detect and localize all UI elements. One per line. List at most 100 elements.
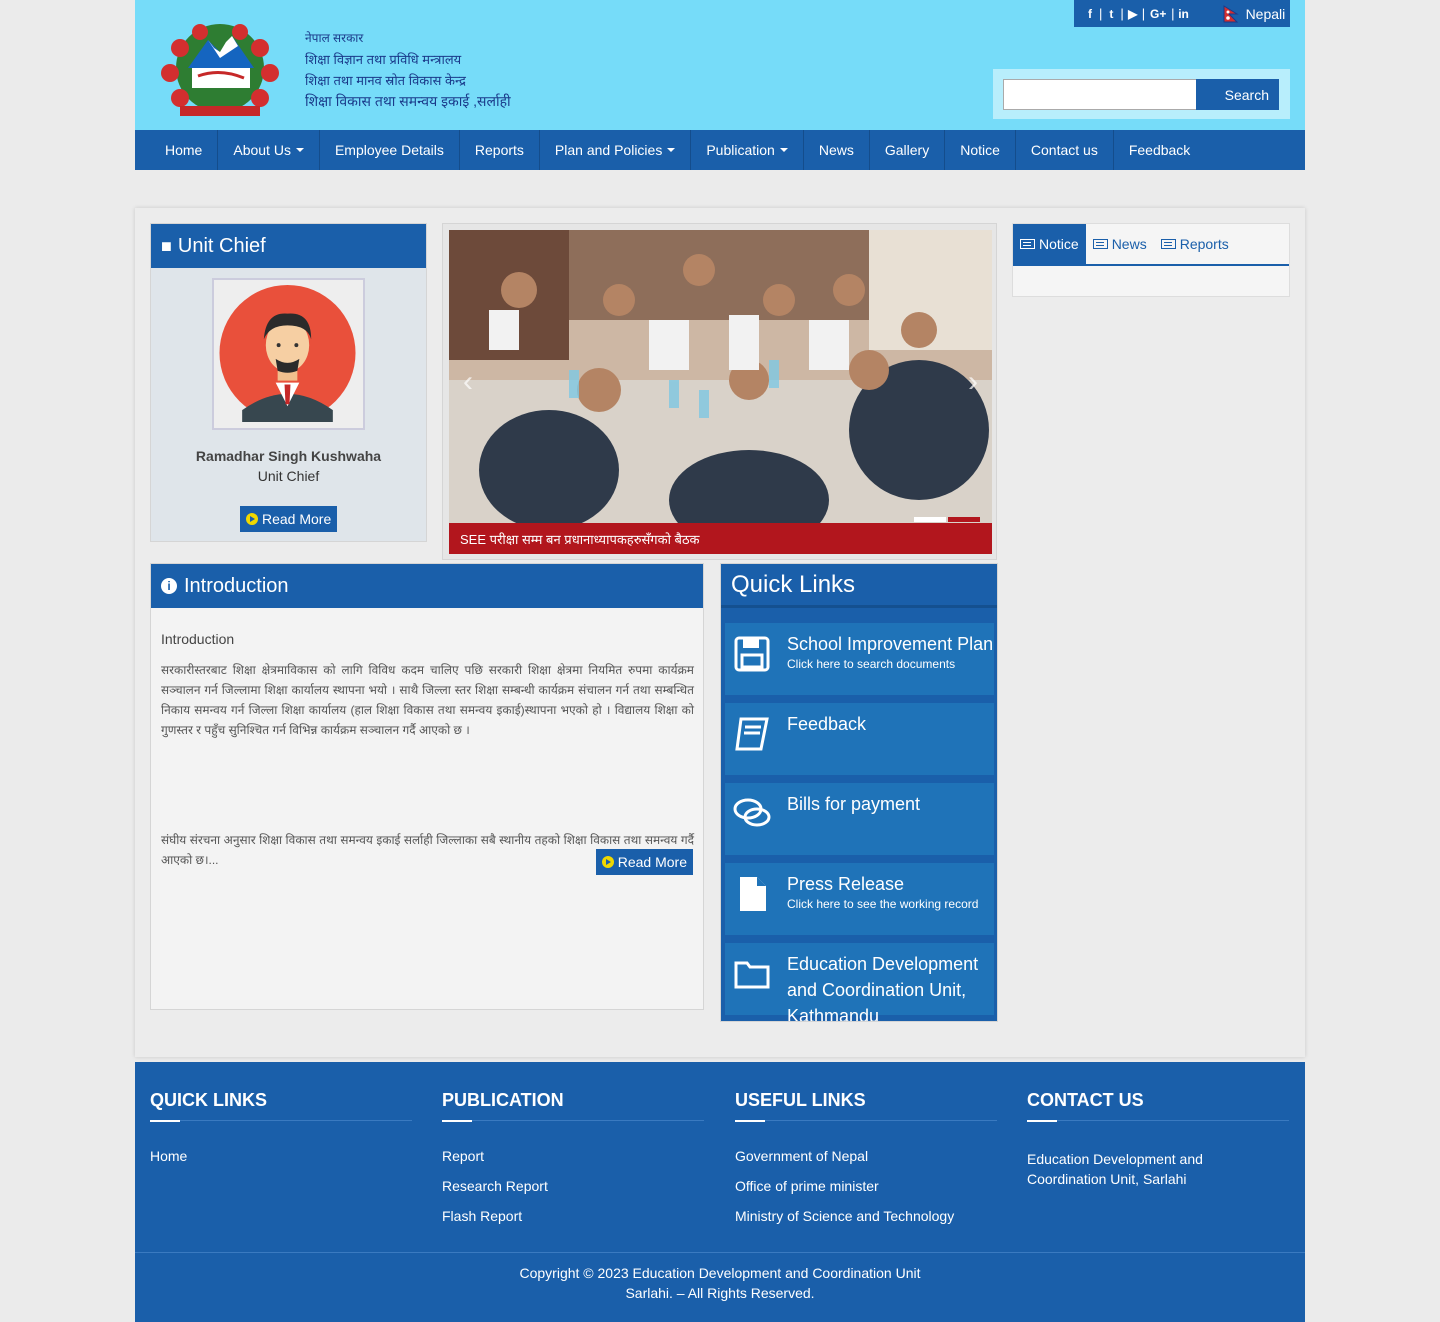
introduction-read-more-button[interactable]: Read More	[595, 849, 693, 875]
footer-quick-links: QUICK LINKS Home	[150, 1090, 412, 1171]
user-icon: ■	[161, 235, 172, 256]
nepal-flag-icon[interactable]	[1222, 4, 1240, 23]
file-icon	[733, 875, 771, 913]
footer-publication: PUBLICATION Report Research Report Flash…	[442, 1090, 704, 1231]
quick-link-subtitle: Click here to see the working record	[787, 897, 979, 911]
nav-item-news[interactable]: News	[804, 130, 870, 170]
nav-item-publication[interactable]: Publication	[691, 130, 804, 170]
nav-item-plan-and-policies[interactable]: Plan and Policies	[540, 130, 692, 170]
caret-down-icon	[295, 148, 304, 152]
copyright-line-2: Sarlahi. – All Rights Reserved.	[625, 1285, 815, 1301]
nav-item-about-us[interactable]: About Us	[218, 130, 320, 170]
footer-link-ministry[interactable]: Ministry of Science and Technology	[735, 1201, 997, 1231]
site-header: नेपाल सरकार शिक्षा विज्ञान तथा प्रविधि म…	[135, 0, 1305, 130]
youtube-icon[interactable]: ▶	[1127, 7, 1139, 21]
play-circle-icon	[601, 856, 614, 868]
tab-reports[interactable]: Reports	[1154, 224, 1236, 264]
footer-link-home[interactable]: Home	[150, 1141, 412, 1171]
image-carousel: ‹ › SEE परीक्षा सम्म बन प्रधानाध्यापकहरु…	[442, 223, 997, 560]
introduction-body: सरकारीस्तरबाट शिक्षा क्षेत्रमाविकास को ल…	[161, 663, 694, 737]
quick-link-title: Education Development and Coordination U…	[787, 954, 979, 1022]
newspaper-icon	[1020, 239, 1035, 249]
caret-down-icon	[667, 148, 676, 152]
footer-useful-links: USEFUL LINKS Government of Nepal Office …	[735, 1090, 997, 1231]
footer-contact-address: Education Development and Coordination U…	[1027, 1151, 1203, 1187]
introduction-subheading: Introduction	[161, 631, 235, 647]
language-toggle[interactable]: Nepali	[1246, 6, 1286, 22]
introduction-heading: i Introduction	[151, 564, 703, 608]
nav-item-contact-us[interactable]: Contact us	[1016, 130, 1114, 170]
nav-item-gallery[interactable]: Gallery	[870, 130, 946, 170]
footer-link-government[interactable]: Government of Nepal	[735, 1141, 997, 1171]
linkedin-icon[interactable]: in	[1178, 7, 1190, 21]
nav-spacer-band	[135, 170, 1305, 208]
info-icon: i	[161, 578, 177, 594]
site-footer: QUICK LINKS Home PUBLICATION Report Rese…	[135, 1062, 1305, 1252]
carousel-slide-image: ‹ ›	[449, 230, 992, 523]
quick-links-heading: Quick Links	[721, 564, 997, 608]
chief-read-more-button[interactable]: Read More	[240, 506, 338, 532]
nav-item-feedback[interactable]: Feedback	[1114, 130, 1205, 170]
quick-link-title: Bills for payment	[787, 794, 921, 814]
introduction-panel: i Introduction Introduction सरकारीस्तरबा…	[150, 563, 704, 1010]
carousel-next-icon[interactable]: ›	[968, 365, 978, 399]
book-icon	[733, 715, 771, 753]
footer-quick-links-heading: QUICK LINKS	[150, 1090, 412, 1122]
newspaper-icon	[1092, 239, 1108, 249]
carousel-caption: SEE परीक्षा सम्म बन प्रधानाध्यापकहरुसँगक…	[449, 523, 992, 554]
top-social-bar: f | t | ▶ | G+ | in Nepali	[1074, 0, 1290, 27]
notice-news-tabs: Notice News Reports	[1012, 223, 1290, 297]
office-line-3: शिक्षा तथा मानव स्रोत विकास केन्द्र	[305, 73, 466, 88]
quick-link-item[interactable]: Education Development and Coordination U…	[725, 943, 994, 1021]
nav-item-home[interactable]: Home	[150, 130, 219, 170]
quick-links-panel: Quick Links School Improvement Plan Click…	[720, 563, 998, 1022]
caret-down-icon	[779, 148, 788, 152]
copyright-bar: Copyright © 2023 Education Development a…	[135, 1252, 1305, 1322]
footer-contact-heading: CONTACT US	[1027, 1090, 1289, 1122]
carousel-prev-icon[interactable]: ‹	[463, 365, 473, 399]
newspaper-icon	[1160, 239, 1176, 249]
unit-chief-heading: ■ Unit Chief	[151, 224, 426, 268]
quick-link-item[interactable]: School Improvement Plan Click here to sea…	[725, 623, 994, 695]
quick-link-title: School Improvement Plan	[787, 634, 994, 654]
main-content: ■ Unit Chief Ramadhar Singh Kushwaha Uni…	[135, 208, 1305, 1057]
footer-link-pm-office[interactable]: Office of prime minister	[735, 1171, 997, 1201]
quick-link-item[interactable]: Bills for payment	[725, 783, 994, 855]
twitter-icon[interactable]: t	[1105, 7, 1117, 21]
play-circle-icon	[246, 513, 258, 525]
quick-link-title: Press Release	[787, 874, 905, 894]
carousel-indicator-2[interactable]	[948, 517, 980, 522]
chief-avatar	[212, 278, 365, 430]
search-input[interactable]	[1003, 79, 1197, 110]
footer-link-research-report[interactable]: Research Report	[442, 1171, 704, 1201]
search-button[interactable]: Search	[1196, 79, 1279, 110]
footer-link-report[interactable]: Report	[442, 1141, 704, 1171]
carousel-indicator-1[interactable]	[914, 517, 946, 522]
tab-news[interactable]: News	[1086, 224, 1154, 264]
office-line-1: नेपाल सरकार	[305, 31, 364, 45]
nav-item-employee-details[interactable]: Employee Details	[320, 130, 460, 170]
comments-icon	[733, 795, 771, 833]
footer-useful-links-heading: USEFUL LINKS	[735, 1090, 997, 1122]
footer-contact: CONTACT US Education Development and Coo…	[1027, 1090, 1289, 1189]
nav-item-notice[interactable]: Notice	[945, 130, 1016, 170]
footer-link-flash-report[interactable]: Flash Report	[442, 1201, 704, 1231]
copyright-line-1: Copyright © 2023 Education Development a…	[519, 1265, 921, 1281]
main-navigation: Home About Us Employee Details Reports Plan …	[135, 130, 1305, 170]
chief-title: Unit Chief	[257, 468, 320, 484]
office-line-2: शिक्षा विज्ञान तथा प्रविधि मन्त्रालय	[305, 52, 462, 67]
quick-link-title: Feedback	[787, 714, 867, 734]
footer-publication-heading: PUBLICATION	[442, 1090, 704, 1122]
google-plus-icon[interactable]: G+	[1148, 7, 1168, 21]
government-emblem-logo[interactable]	[150, 18, 290, 120]
facebook-icon[interactable]: f	[1084, 7, 1096, 21]
floppy-disk-icon	[733, 635, 771, 673]
quick-link-item[interactable]: Feedback	[725, 703, 994, 775]
unit-chief-panel: ■ Unit Chief Ramadhar Singh Kushwaha Uni…	[150, 223, 427, 542]
chief-name: Ramadhar Singh Kushwaha	[195, 448, 382, 464]
tab-notice[interactable]: Notice	[1013, 224, 1086, 264]
quick-link-subtitle: Click here to search documents	[787, 657, 956, 671]
nav-item-reports[interactable]: Reports	[460, 130, 540, 170]
office-line-4: शिक्षा विकास तथा समन्वय इकाई ,सर्लाही	[305, 93, 511, 109]
quick-link-item[interactable]: Press Release Click here to see the worki…	[725, 863, 994, 935]
